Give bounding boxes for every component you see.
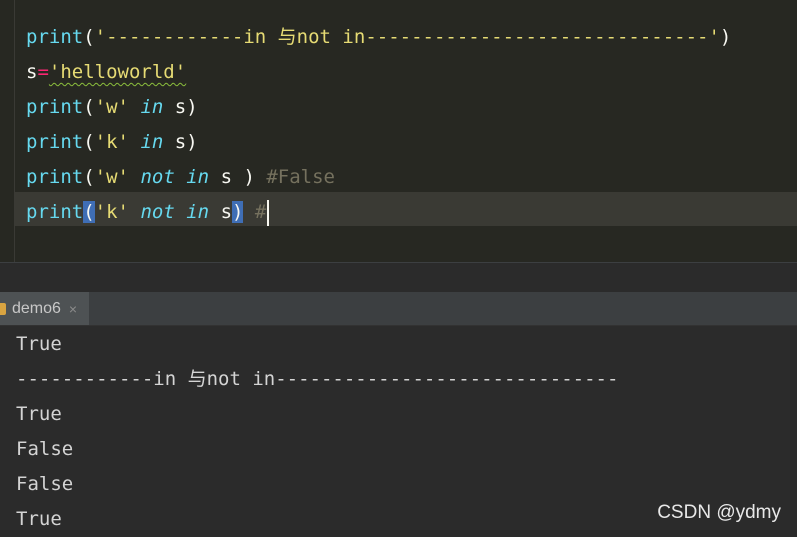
console-line: True: [16, 333, 62, 355]
matched-close-paren: ): [232, 201, 244, 223]
run-console-output[interactable]: True ------------in 与not in-------------…: [0, 326, 797, 534]
open-paren: (: [83, 166, 95, 188]
in-keyword: in: [140, 131, 164, 153]
code-line-5[interactable]: print('w' not in s ) #False: [26, 160, 335, 195]
console-line: ------------in 与not in------------------…: [16, 368, 619, 390]
code-line-3[interactable]: print('w' in s): [26, 90, 198, 125]
console-line: False: [16, 438, 74, 460]
run-tab-demo6[interactable]: demo6 ×: [0, 292, 90, 325]
print-keyword: print: [26, 166, 84, 188]
console-line: False: [16, 473, 74, 495]
code-line-6[interactable]: print('k' not in s) #: [26, 195, 270, 230]
matched-open-paren: (: [83, 201, 95, 223]
editor-bottom-area: [0, 262, 797, 293]
console-line: True: [16, 508, 62, 530]
code-rest: s ): [220, 166, 255, 188]
string-literal: 'helloworld': [48, 61, 187, 83]
python-run-icon: [0, 302, 6, 315]
in-keyword: in: [186, 166, 210, 188]
code-line-4[interactable]: print('k' in s): [26, 125, 198, 160]
print-keyword: print: [26, 96, 84, 118]
code-line-2[interactable]: s='helloworld': [26, 55, 186, 90]
assign-operator: =: [37, 61, 49, 83]
text-caret: [267, 199, 270, 226]
code-editor[interactable]: print('------------in 与not in-----------…: [0, 0, 797, 262]
close-icon[interactable]: ×: [69, 301, 77, 317]
open-paren: (: [83, 131, 95, 153]
code-rest: s): [174, 96, 198, 118]
run-tab-label: demo6: [12, 299, 61, 317]
not-keyword: not: [140, 166, 175, 188]
close-paren: ): [719, 26, 732, 48]
string-literal: '------------in 与not in-----------------…: [94, 26, 720, 48]
open-paren: (: [83, 26, 95, 48]
string-literal: 'k': [94, 201, 129, 223]
string-literal: 'w': [94, 166, 129, 188]
code-comment: #: [254, 201, 267, 223]
print-keyword: print: [26, 131, 84, 153]
in-keyword: in: [140, 96, 164, 118]
print-keyword: print: [26, 201, 84, 223]
watermark: CSDN @ydmy: [657, 502, 781, 523]
code-rest: s): [174, 131, 198, 153]
run-tool-window-tabbar: demo6 ×: [0, 292, 797, 326]
not-keyword: not: [140, 201, 175, 223]
print-keyword: print: [26, 26, 84, 48]
code-line-1[interactable]: print('------------in 与not in-----------…: [26, 20, 731, 55]
string-literal: 'k': [94, 131, 129, 153]
in-keyword: in: [186, 201, 210, 223]
code-rest: s: [220, 201, 233, 223]
variable-name: s: [26, 61, 38, 83]
string-literal: 'w': [94, 96, 129, 118]
open-paren: (: [83, 96, 95, 118]
console-line: True: [16, 403, 62, 425]
code-comment: #False: [266, 166, 335, 188]
